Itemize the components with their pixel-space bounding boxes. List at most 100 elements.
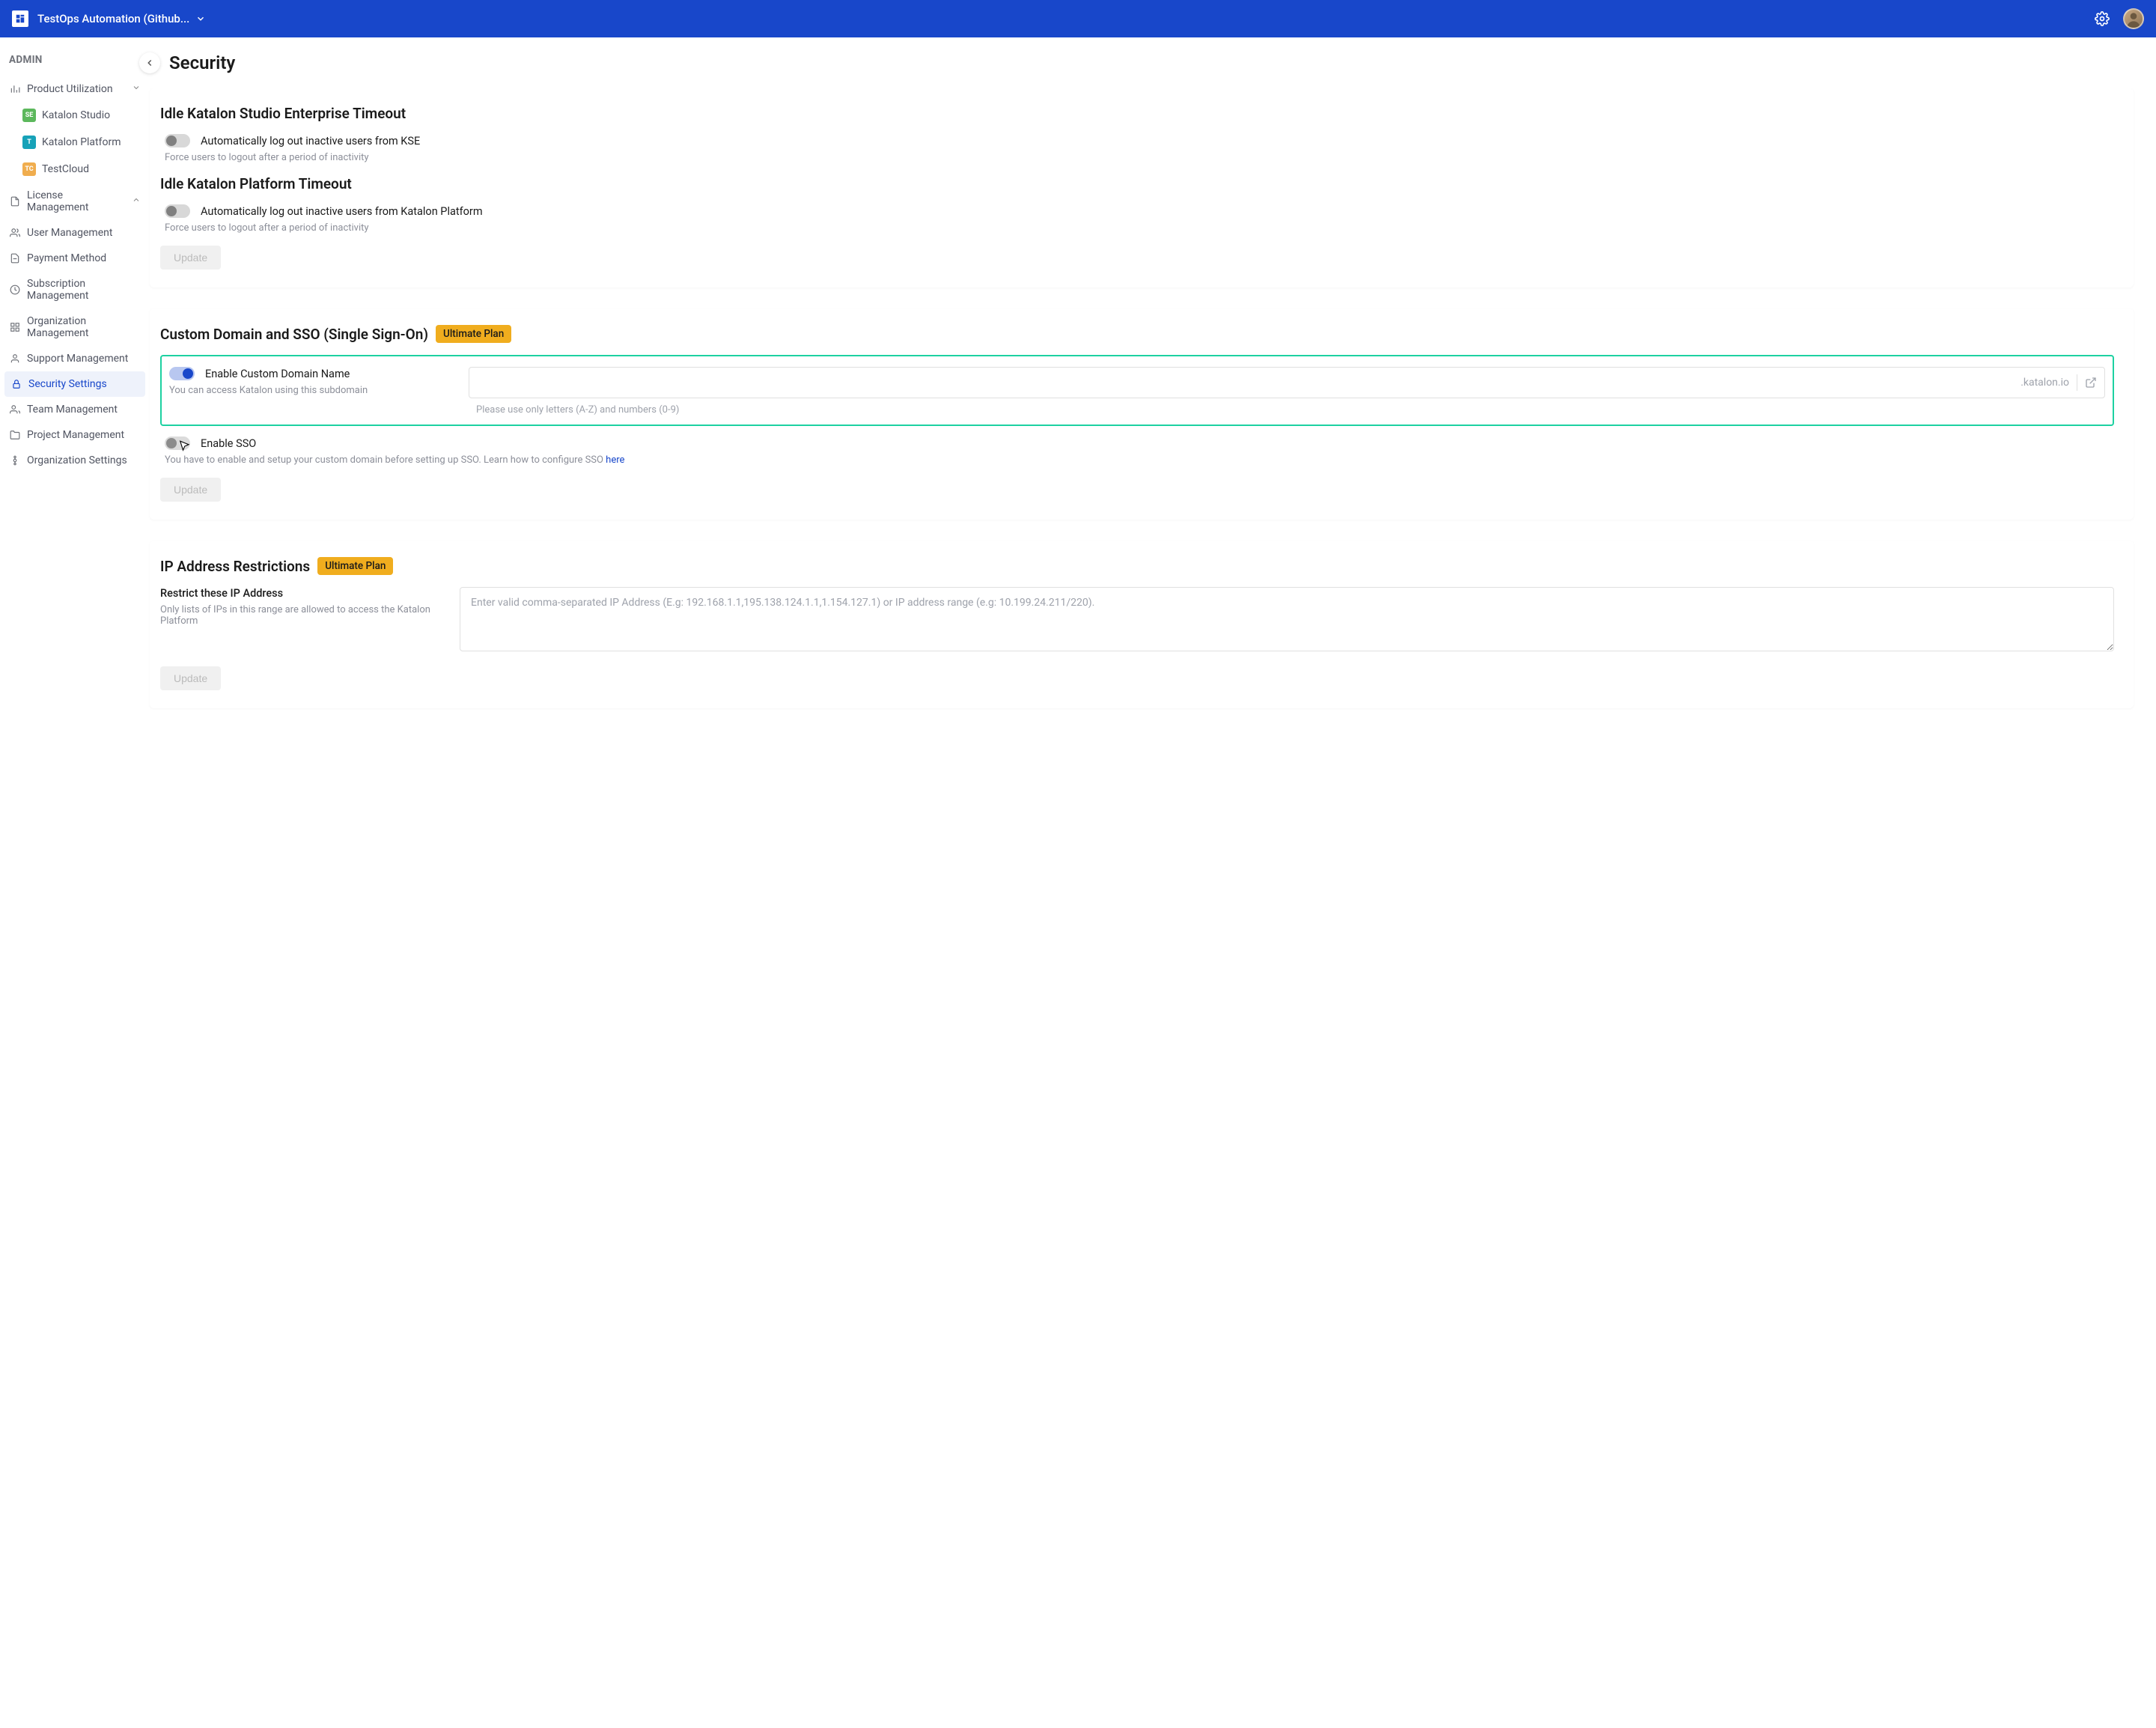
sso-helper-text: You have to enable and setup your custom… bbox=[165, 454, 606, 466]
sso-plan-badge: Ultimate Plan bbox=[436, 325, 511, 343]
external-link-icon[interactable] bbox=[2085, 377, 2097, 389]
sidebar-item-organization-management[interactable]: Organization Management bbox=[0, 308, 150, 346]
timeout-card: Idle Katalon Studio Enterprise Timeout A… bbox=[150, 88, 2134, 288]
content: Idle Katalon Studio Enterprise Timeout A… bbox=[150, 88, 2156, 759]
sso-config-link[interactable]: here bbox=[606, 454, 624, 466]
chevron-left-icon bbox=[144, 58, 155, 68]
sidebar-title: ADMIN bbox=[0, 54, 150, 76]
sidebar-item-project-management[interactable]: Project Management bbox=[0, 422, 150, 448]
ip-right bbox=[460, 587, 2114, 654]
ip-label: Restrict these IP Address bbox=[160, 587, 437, 600]
nav-label: Payment Method bbox=[27, 252, 106, 264]
app-logo[interactable] bbox=[12, 10, 28, 27]
custom-domain-box: Enable Custom Domain Name You can access… bbox=[160, 355, 2114, 426]
domain-input-wrap: .katalon.io bbox=[469, 367, 2105, 398]
domain-row: Enable Custom Domain Name You can access… bbox=[169, 367, 2105, 416]
chevron-up-icon bbox=[132, 195, 141, 207]
back-button[interactable] bbox=[139, 52, 160, 73]
kp-auto-logout-toggle[interactable] bbox=[165, 204, 190, 218]
ip-card: IP Address Restrictions Ultimate Plan Re… bbox=[150, 541, 2134, 708]
sso-toggle-label: Enable SSO bbox=[201, 437, 256, 450]
org-settings-icon bbox=[9, 454, 21, 466]
ip-update-button[interactable]: Update bbox=[160, 666, 221, 690]
sso-toggle-row: Enable SSO bbox=[165, 436, 2114, 450]
header-right bbox=[2095, 8, 2144, 29]
ip-title: IP Address Restrictions Ultimate Plan bbox=[160, 557, 2114, 575]
timeout-update-button[interactable]: Update bbox=[160, 246, 221, 270]
sso-title-text: Custom Domain and SSO (Single Sign-On) bbox=[160, 326, 428, 343]
sso-card: Custom Domain and SSO (Single Sign-On) U… bbox=[150, 308, 2134, 520]
kp-toggle-row: Automatically log out inactive users fro… bbox=[165, 204, 2114, 218]
product-icon-tc: TC bbox=[22, 162, 36, 176]
nav-label: Security Settings bbox=[28, 378, 107, 390]
main-header: Security bbox=[150, 37, 2156, 88]
kse-timeout-title: Idle Katalon Studio Enterprise Timeout bbox=[160, 105, 2114, 122]
domain-input[interactable] bbox=[478, 377, 2013, 389]
sidebar-item-security-settings[interactable]: Security Settings bbox=[4, 371, 145, 397]
sidebar-item-support-management[interactable]: Support Management bbox=[0, 346, 150, 371]
main-content: Security Idle Katalon Studio Enterprise … bbox=[150, 37, 2156, 759]
kse-toggle-label: Automatically log out inactive users fro… bbox=[201, 135, 420, 147]
chevron-down-icon bbox=[132, 83, 141, 95]
nav-label: Katalon Platform bbox=[42, 136, 121, 148]
nav-label: Support Management bbox=[27, 353, 128, 365]
project-name-text: TestOps Automation (Github... bbox=[37, 12, 189, 25]
sso-title: Custom Domain and SSO (Single Sign-On) U… bbox=[160, 325, 2114, 343]
payment-icon bbox=[9, 252, 21, 264]
sidebar: ADMIN Product Utilization SE Katalon Stu… bbox=[0, 37, 150, 759]
enable-domain-toggle[interactable] bbox=[169, 367, 195, 380]
nav-label: User Management bbox=[27, 227, 112, 239]
kse-helper: Force users to logout after a period of … bbox=[165, 152, 2114, 163]
app-header: TestOps Automation (Github... bbox=[0, 0, 2156, 37]
ip-title-text: IP Address Restrictions bbox=[160, 558, 310, 575]
kp-helper: Force users to logout after a period of … bbox=[165, 222, 2114, 234]
nav-label: License Management bbox=[27, 189, 126, 213]
layout: ADMIN Product Utilization SE Katalon Stu… bbox=[0, 37, 2156, 759]
sidebar-item-subscription-management[interactable]: Subscription Management bbox=[0, 271, 150, 308]
sidebar-item-license-management[interactable]: License Management bbox=[0, 183, 150, 220]
sidebar-item-product-utilization[interactable]: Product Utilization bbox=[0, 76, 150, 102]
sidebar-item-payment-method[interactable]: Payment Method bbox=[0, 246, 150, 271]
nav-label: Project Management bbox=[27, 429, 124, 441]
ip-row: Restrict these IP Address Only lists of … bbox=[160, 587, 2114, 654]
user-avatar[interactable] bbox=[2123, 8, 2144, 29]
settings-icon[interactable] bbox=[2095, 11, 2110, 26]
ip-left: Restrict these IP Address Only lists of … bbox=[160, 587, 437, 639]
nav-label: Organization Settings bbox=[27, 454, 127, 466]
header-left: TestOps Automation (Github... bbox=[12, 10, 206, 27]
ip-plan-badge: Ultimate Plan bbox=[317, 557, 393, 575]
nav-label: Organization Management bbox=[27, 315, 141, 339]
sidebar-item-organization-settings[interactable]: Organization Settings bbox=[0, 448, 150, 473]
kse-auto-logout-toggle[interactable] bbox=[165, 134, 190, 147]
domain-toggle-row: Enable Custom Domain Name bbox=[169, 367, 446, 380]
sidebar-item-katalon-studio[interactable]: SE Katalon Studio bbox=[0, 102, 150, 129]
license-icon bbox=[9, 195, 21, 207]
folder-icon bbox=[9, 429, 21, 441]
chevron-down-icon bbox=[195, 13, 206, 24]
organization-icon bbox=[9, 321, 21, 333]
domain-toggle-label: Enable Custom Domain Name bbox=[205, 368, 350, 380]
chart-icon bbox=[9, 83, 21, 95]
sidebar-item-user-management[interactable]: User Management bbox=[0, 220, 150, 246]
team-icon bbox=[9, 404, 21, 416]
nav-label: TestCloud bbox=[42, 163, 89, 175]
kse-toggle-row: Automatically log out inactive users fro… bbox=[165, 134, 2114, 147]
sidebar-item-testcloud[interactable]: TC TestCloud bbox=[0, 156, 150, 183]
kp-toggle-label: Automatically log out inactive users fro… bbox=[201, 205, 483, 218]
nav-label: Katalon Studio bbox=[42, 109, 110, 121]
enable-sso-toggle[interactable] bbox=[165, 436, 190, 450]
nav-label: Team Management bbox=[27, 404, 118, 416]
sidebar-item-team-management[interactable]: Team Management bbox=[0, 397, 150, 422]
page-title: Security bbox=[169, 52, 235, 73]
domain-suffix: .katalon.io bbox=[2021, 377, 2069, 389]
sso-helper: You have to enable and setup your custom… bbox=[165, 454, 2114, 466]
project-selector[interactable]: TestOps Automation (Github... bbox=[37, 12, 206, 25]
users-icon bbox=[9, 227, 21, 239]
subscription-icon bbox=[9, 284, 21, 296]
ip-helper: Only lists of IPs in this range are allo… bbox=[160, 604, 437, 627]
product-icon-ks: SE bbox=[22, 109, 36, 122]
sso-update-button[interactable]: Update bbox=[160, 478, 221, 502]
nav-label: Product Utilization bbox=[27, 83, 113, 95]
ip-textarea[interactable] bbox=[460, 587, 2114, 651]
sidebar-item-katalon-platform[interactable]: T Katalon Platform bbox=[0, 129, 150, 156]
